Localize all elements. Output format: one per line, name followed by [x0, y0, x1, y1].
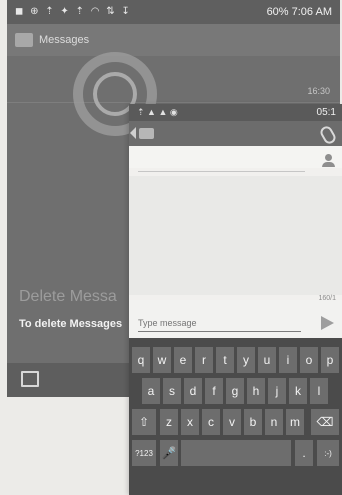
period-key[interactable]: .: [295, 440, 313, 466]
space-bar[interactable]: [181, 440, 291, 466]
recipient-underline: [138, 171, 305, 172]
keyboard-row-1: q w e r t y u i o p: [129, 347, 342, 373]
key-a[interactable]: a: [142, 378, 160, 404]
key-w[interactable]: w: [153, 347, 171, 373]
key-k[interactable]: k: [289, 378, 307, 404]
back-action-bar: Messages: [7, 24, 340, 56]
key-j[interactable]: j: [268, 378, 286, 404]
send-icon[interactable]: [321, 316, 334, 330]
key-u[interactable]: u: [258, 347, 276, 373]
back-row-time: 16:30: [307, 86, 330, 96]
attach-icon[interactable]: [318, 124, 338, 146]
key-o[interactable]: o: [300, 347, 318, 373]
key-f[interactable]: f: [205, 378, 223, 404]
shift-key[interactable]: ⇧: [132, 409, 156, 435]
front-app-bar: [129, 121, 342, 146]
contact-body-icon: [322, 162, 335, 167]
key-q[interactable]: q: [132, 347, 150, 373]
back-list-row[interactable]: 16:30: [7, 56, 340, 103]
key-x[interactable]: x: [181, 409, 199, 435]
messaging-app-icon: [139, 128, 154, 139]
key-e[interactable]: e: [174, 347, 192, 373]
key-y[interactable]: y: [237, 347, 255, 373]
compose-icon[interactable]: [21, 371, 39, 387]
smiley-key[interactable]: :-): [317, 440, 339, 466]
key-v[interactable]: v: [223, 409, 241, 435]
back-status-icons: ◼ ⊕ ⇡ ✦ ⇡ ◠ ⇅ ↧: [15, 6, 132, 17]
keyboard-row-2: a s d f g h j k l: [129, 378, 342, 404]
key-r[interactable]: r: [195, 347, 213, 373]
add-contact-icon[interactable]: [322, 154, 336, 168]
symbols-key[interactable]: ?123: [132, 440, 156, 466]
front-status-icons: ⇡ ▲ ▲ ◉: [137, 107, 178, 117]
delete-subtitle: To delete Messages: [19, 318, 123, 330]
backspace-key[interactable]: ⌫: [311, 409, 339, 435]
recipient-area[interactable]: [129, 146, 342, 168]
keyboard-row-3: ⇧ z x c v b n m ⌫: [129, 409, 342, 435]
contact-head-icon: [325, 154, 332, 161]
keyboard-row-4: ?123 🎤 . :-): [129, 440, 342, 466]
front-status-bar: ⇡ ▲ ▲ ◉ 05:1: [129, 104, 342, 121]
key-t[interactable]: t: [216, 347, 234, 373]
back-title: Messages: [39, 34, 90, 46]
back-arrow-icon[interactable]: [130, 127, 136, 139]
message-app-icon: [15, 33, 33, 47]
key-m[interactable]: m: [286, 409, 304, 435]
key-n[interactable]: n: [265, 409, 283, 435]
key-z[interactable]: z: [160, 409, 178, 435]
conversation-area: [129, 176, 342, 295]
key-g[interactable]: g: [226, 378, 244, 404]
back-status-bar: ◼ ⊕ ⇡ ✦ ⇡ ◠ ⇅ ↧ 60% 7:06 AM: [7, 0, 340, 24]
key-i[interactable]: i: [279, 347, 297, 373]
message-input[interactable]: [138, 315, 301, 332]
microphone-icon[interactable]: 🎤: [160, 440, 178, 466]
front-screen: ⇡ ▲ ▲ ◉ 05:1 160/1 q w e r t y u i o p: [129, 104, 342, 495]
key-l[interactable]: l: [310, 378, 328, 404]
front-status-time: 05:1: [316, 107, 336, 118]
key-c[interactable]: c: [202, 409, 220, 435]
key-h[interactable]: h: [247, 378, 265, 404]
delete-title: Delete Messa: [19, 288, 117, 305]
key-d[interactable]: d: [184, 378, 202, 404]
key-b[interactable]: b: [244, 409, 262, 435]
back-status-time: 60% 7:06 AM: [266, 6, 332, 18]
keyboard: q w e r t y u i o p a s d f g h j k l ⇧ …: [129, 338, 342, 495]
key-p[interactable]: p: [321, 347, 339, 373]
key-s[interactable]: s: [163, 378, 181, 404]
